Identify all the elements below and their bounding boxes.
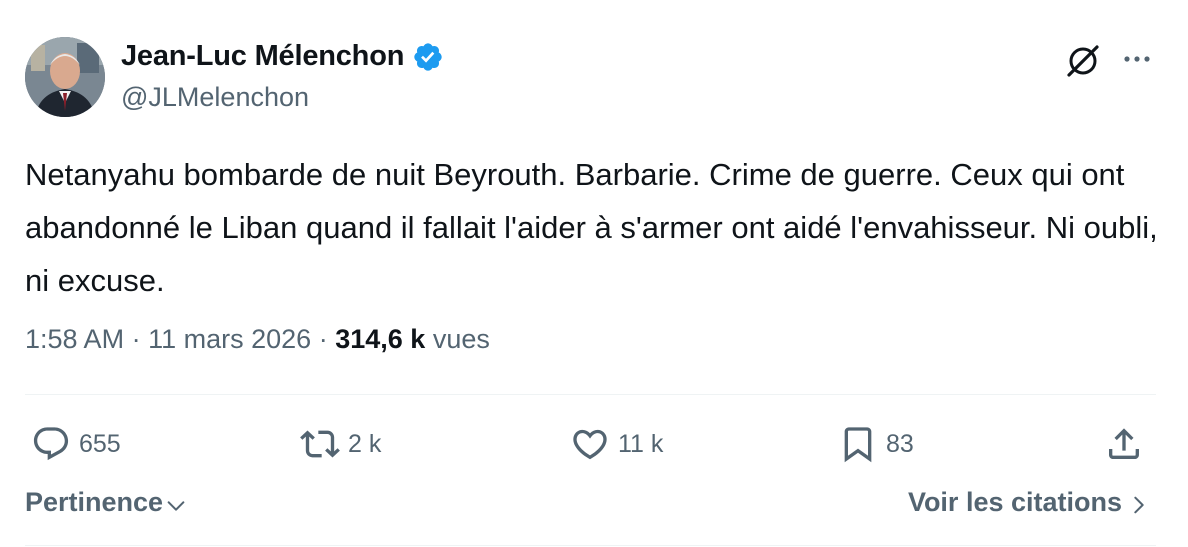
bookmark-count: 83 xyxy=(886,429,914,458)
repost-count: 2 k xyxy=(348,429,382,458)
reply-icon xyxy=(33,427,69,461)
sort-dropdown[interactable]: Pertinence xyxy=(25,487,187,518)
bookmark-button[interactable]: 83 xyxy=(838,420,914,468)
divider xyxy=(25,545,1156,546)
sort-label: Pertinence xyxy=(25,487,164,517)
heart-icon xyxy=(573,429,607,460)
chevron-down-icon xyxy=(167,500,185,511)
reply-count: 655 xyxy=(79,429,121,458)
grok-icon[interactable] xyxy=(1064,42,1102,80)
bookmark-icon xyxy=(844,427,872,463)
reply-button[interactable]: 655 xyxy=(31,420,121,468)
meta-separator: · xyxy=(131,324,149,354)
author-name-row: Jean-Luc Mélenchon xyxy=(121,40,444,73)
views-label: vues xyxy=(432,324,490,354)
avatar-photo xyxy=(25,37,105,117)
view-quotes-label: Voir les citations xyxy=(907,487,1122,517)
verified-badge-icon[interactable] xyxy=(412,41,444,73)
repost-icon xyxy=(300,430,340,458)
tweet-detail: Jean-Luc Mélenchon @JLMelenchon Netanyah… xyxy=(0,0,1188,547)
divider xyxy=(25,394,1156,395)
like-count: 11 k xyxy=(618,429,664,458)
tweet-text: Netanyahu bombarde de nuit Beyrouth. Bar… xyxy=(25,157,1158,298)
like-button[interactable]: 11 k xyxy=(570,420,663,468)
share-icon xyxy=(1109,428,1139,459)
tweet-date[interactable]: 11 mars 2026 xyxy=(148,324,311,354)
views-count: 314,6 k xyxy=(335,324,426,354)
view-quotes-link[interactable]: Voir les citations xyxy=(908,487,1150,518)
meta-separator: · xyxy=(318,324,336,354)
author-handle[interactable]: @JLMelenchon xyxy=(121,82,309,113)
share-button[interactable] xyxy=(1104,420,1144,468)
tweet-time[interactable]: 1:58 AM xyxy=(25,324,124,354)
repost-button[interactable]: 2 k xyxy=(300,420,381,468)
tweet-meta: 1:58 AM · 11 mars 2026 · 314,6 k vues xyxy=(25,324,490,355)
avatar[interactable] xyxy=(25,37,105,117)
chevron-right-icon xyxy=(1134,496,1144,513)
author-name[interactable]: Jean-Luc Mélenchon xyxy=(121,40,404,73)
more-options-icon[interactable] xyxy=(1120,46,1154,72)
